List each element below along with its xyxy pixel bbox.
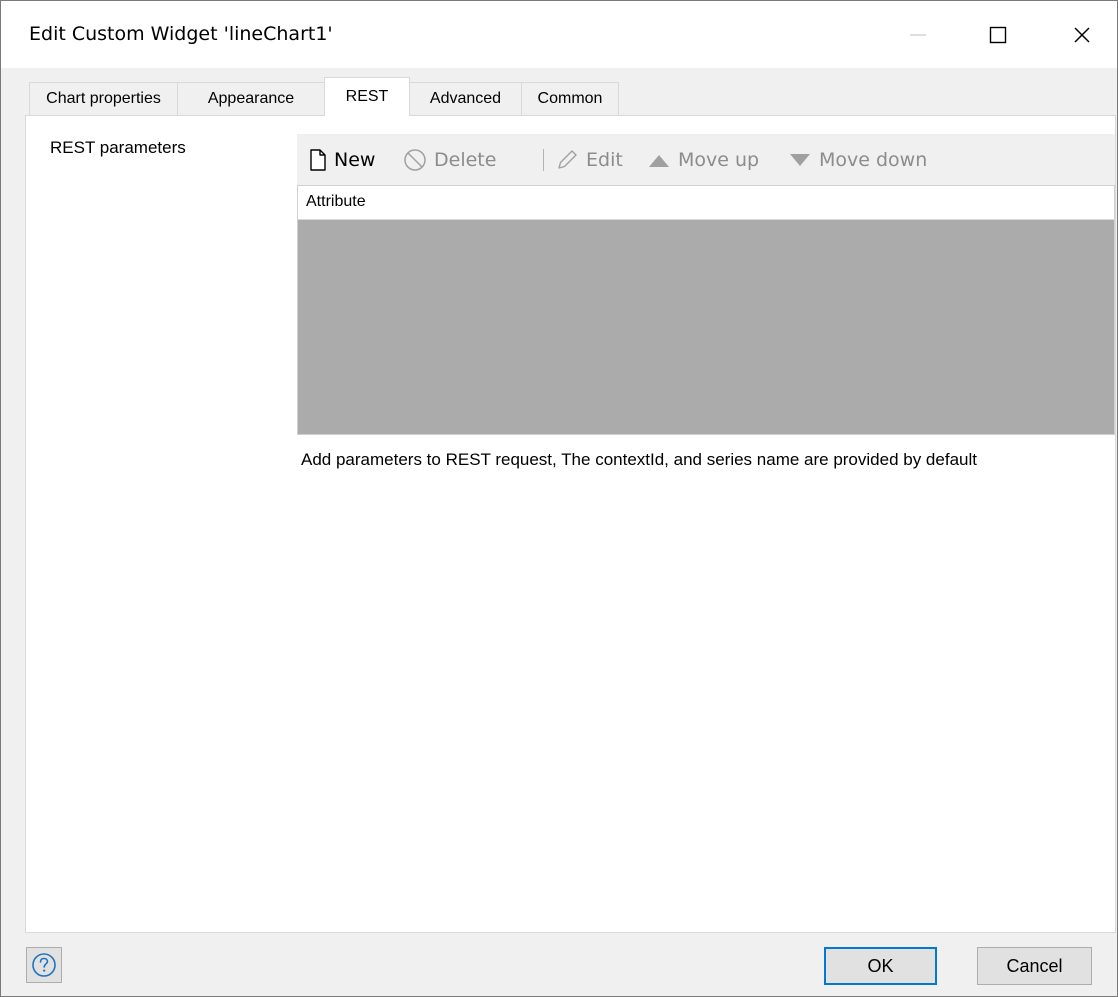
toolbar-separator: [543, 149, 544, 171]
edit-button[interactable]: Edit: [555, 134, 623, 185]
help-button[interactable]: [26, 947, 62, 983]
new-button-label: New: [334, 148, 376, 171]
rest-parameters-label: REST parameters: [50, 138, 186, 157]
column-header-attribute[interactable]: Attribute: [306, 193, 366, 211]
cancel-button[interactable]: Cancel: [977, 947, 1092, 985]
tab-content-rest: REST parameters New Delete Edit Move up …: [25, 115, 1116, 933]
triangle-up-icon: [649, 154, 669, 167]
minimize-button[interactable]: [889, 1, 947, 68]
dialog-window: Edit Custom Widget 'lineChart1' Chart pr…: [0, 0, 1118, 997]
move-up-button[interactable]: Move up: [647, 134, 759, 185]
edit-button-label: Edit: [586, 148, 623, 171]
close-button[interactable]: [1053, 1, 1111, 68]
tab-appearance[interactable]: Appearance: [177, 82, 325, 115]
minimize-icon: [910, 33, 926, 36]
help-text: Add parameters to REST request, The cont…: [301, 450, 977, 469]
ok-button[interactable]: OK: [824, 947, 937, 985]
close-icon: [1074, 26, 1090, 43]
pencil-icon: [558, 149, 577, 169]
help-icon: [32, 953, 56, 977]
grid-header: Attribute: [298, 186, 1114, 220]
delete-icon: [404, 148, 426, 171]
triangle-down-icon: [790, 153, 810, 166]
delete-button[interactable]: Delete: [403, 134, 496, 185]
tab-advanced[interactable]: Advanced: [409, 82, 522, 115]
window-title: Edit Custom Widget 'lineChart1': [29, 23, 333, 45]
new-button[interactable]: New: [309, 134, 375, 185]
new-document-icon: [310, 148, 326, 171]
tab-rest[interactable]: REST: [324, 77, 410, 116]
tab-strip: Chart properties Appearance REST Advance…: [29, 77, 729, 116]
parameters-toolbar: New Delete Edit Move up Move down: [297, 134, 1115, 185]
tab-common[interactable]: Common: [521, 82, 619, 115]
move-down-button[interactable]: Move down: [788, 134, 927, 185]
move-up-button-label: Move up: [678, 148, 760, 171]
move-down-button-label: Move down: [819, 148, 928, 171]
parameters-grid[interactable]: Attribute: [297, 185, 1115, 435]
delete-button-label: Delete: [434, 148, 497, 171]
title-bar[interactable]: Edit Custom Widget 'lineChart1': [1, 1, 1117, 68]
maximize-icon: [989, 26, 1007, 43]
maximize-button[interactable]: [969, 1, 1027, 68]
tab-chart-properties[interactable]: Chart properties: [29, 82, 178, 115]
